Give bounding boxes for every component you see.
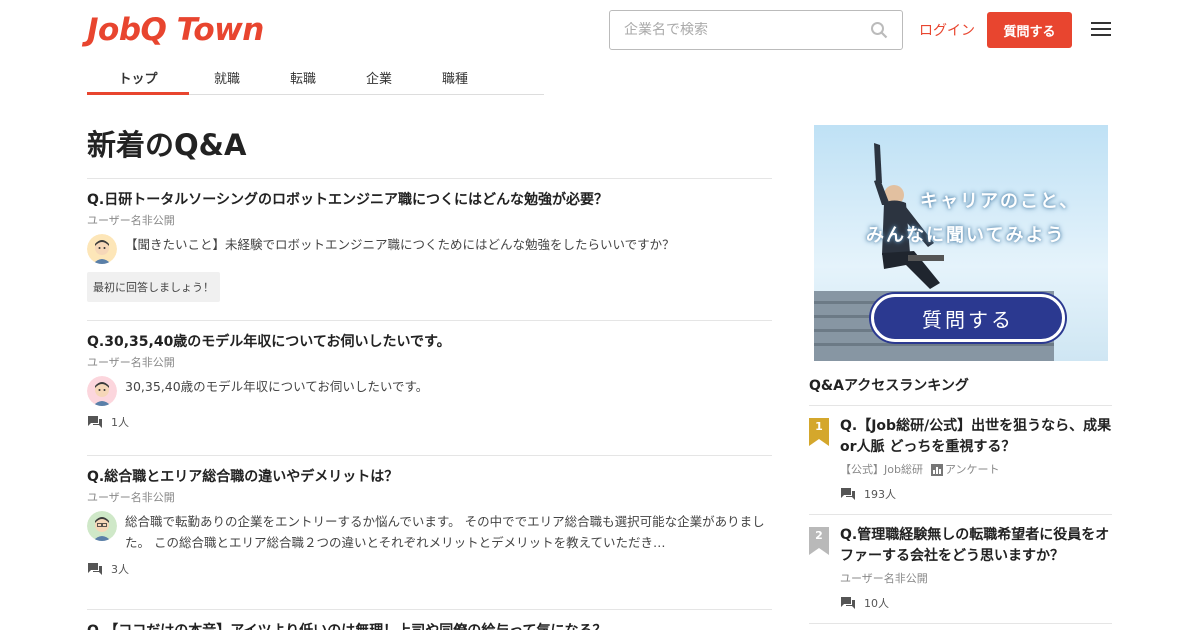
qa-title[interactable]: Q.日研トータルソーシングのロボットエンジニア職につくにはどんな勉強が必要？	[87, 190, 772, 210]
ask-banner[interactable]: キャリアのこと、 みんなに聞いてみよう 質問する	[814, 125, 1108, 361]
tab-top[interactable]: トップ	[87, 62, 189, 95]
ranking-item: 1 Q.【Job総研/公式】出世を狙うなら、成果or人脈 どっちを重視する？ 【…	[809, 406, 1112, 515]
comment-icon	[841, 488, 855, 500]
tab-new-grad[interactable]: 就職	[189, 62, 265, 94]
answer-count: 3人	[111, 563, 129, 576]
comment-icon	[841, 597, 855, 609]
rank-badge: 1	[809, 418, 829, 446]
hamburger-menu-icon[interactable]	[1091, 22, 1111, 38]
ranking-item: 2 Q.管理職経験無しの転職希望者に役員をオファーする会社をどう思いますか？ ユ…	[809, 515, 1112, 624]
qa-text: 30,35,40歳のモデル年収についてお伺いしたいです。	[125, 379, 429, 394]
first-answer-button[interactable]: 最初に回答しましょう！	[87, 272, 220, 302]
tab-career-change[interactable]: 転職	[265, 62, 341, 94]
tab-companies[interactable]: 企業	[341, 62, 417, 94]
main-tabs: トップ 就職 転職 企業 職種	[87, 62, 544, 95]
qa-title[interactable]: Q.【ココだけの本音】アイツより低いのは無理！上司や同僚の給与って気になる？	[87, 621, 772, 630]
rank-number: 1	[815, 420, 823, 433]
company-search[interactable]	[609, 10, 903, 50]
qa-title[interactable]: Q.総合職とエリア総合職の違いやデメリットは？	[87, 467, 772, 487]
poll-icon	[930, 464, 943, 476]
qa-item: Q.30,35,40歳のモデル年収についてお伺いしたいです。 ユーザー名非公開 …	[87, 320, 772, 455]
qa-item: Q.【ココだけの本音】アイツより低いのは無理！上司や同僚の給与って気になる？	[87, 609, 772, 630]
rank-number: 2	[815, 529, 823, 542]
qa-user: ユーザー名非公開	[87, 214, 175, 227]
qa-title[interactable]: Q.30,35,40歳のモデル年収についてお伺いしたいです。	[87, 332, 772, 352]
search-input[interactable]	[624, 22, 870, 38]
answer-count: 10人	[864, 597, 889, 610]
qa-user: ユーザー名非公開	[87, 356, 175, 369]
answer-count: 1人	[111, 416, 129, 429]
ask-question-button[interactable]: 質問する	[987, 12, 1072, 48]
banner-headline-2: みんなに聞いてみよう	[866, 225, 1066, 246]
page-title: 新着のQ&A	[87, 128, 247, 162]
comment-icon	[88, 563, 102, 575]
qa-text: 【聞きたいこと】未経験でロボットエンジニア職につくためにはどんな勉強をしたらいい…	[125, 237, 675, 252]
rank-badge: 2	[809, 527, 829, 555]
logo[interactable]: JobQ Town	[87, 12, 264, 48]
avatar	[87, 376, 117, 406]
ranking-author: 【公式】Job総研	[840, 463, 923, 476]
avatar	[87, 511, 117, 541]
qa-text: 総合職で転勤ありの企業をエントリーするか悩んでいます。 その中ででエリア総合職も…	[125, 514, 765, 550]
ranking-author: ユーザー名非公開	[840, 572, 928, 585]
qa-list: Q.日研トータルソーシングのロボットエンジニア職につくにはどんな勉強が必要？ ユ…	[87, 178, 772, 630]
ranking-title: Q&Aアクセスランキング	[809, 378, 969, 394]
tab-job-types[interactable]: 職種	[417, 62, 493, 94]
banner-ask-button[interactable]: 質問する	[871, 294, 1065, 342]
qa-user: ユーザー名非公開	[87, 491, 175, 504]
search-icon[interactable]	[870, 21, 888, 39]
comment-icon	[88, 416, 102, 428]
qa-item: Q.日研トータルソーシングのロボットエンジニア職につくにはどんな勉強が必要？ ユ…	[87, 178, 772, 320]
ranking-question[interactable]: Q.【Job総研/公式】出世を狙うなら、成果or人脈 どっちを重視する？	[840, 416, 1112, 458]
ranking-tag: アンケート	[944, 463, 1000, 476]
avatar	[87, 234, 117, 264]
login-link[interactable]: ログイン	[919, 20, 975, 40]
ranking-question[interactable]: Q.管理職経験無しの転職希望者に役員をオファーする会社をどう思いますか？	[840, 525, 1112, 567]
qa-item: Q.総合職とエリア総合職の違いやデメリットは？ ユーザー名非公開 総合職で転勤あ…	[87, 455, 772, 609]
banner-headline-1: キャリアのこと、	[920, 191, 1080, 212]
ranking-list: 1 Q.【Job総研/公式】出世を狙うなら、成果or人脈 どっちを重視する？ 【…	[809, 405, 1112, 624]
answer-count: 193人	[864, 488, 896, 501]
